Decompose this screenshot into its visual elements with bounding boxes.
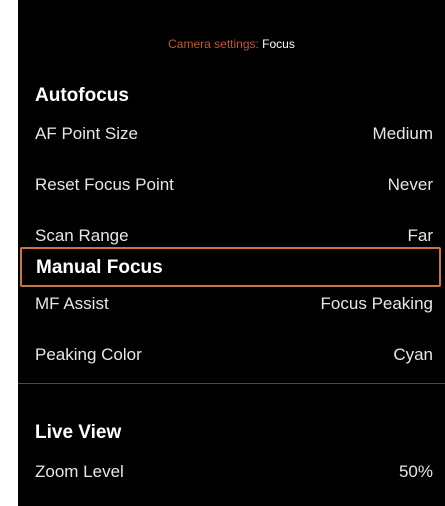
section-header-manual-focus-selected[interactable]: Manual Focus [20,247,441,287]
setting-label: MF Assist [35,294,109,313]
setting-value: Cyan [393,345,433,364]
section-title-autofocus: Autofocus [35,85,129,106]
section-title-manual-focus: Manual Focus [36,257,163,278]
setting-value: 50% [398,462,433,481]
setting-label: Peaking Color [35,345,142,364]
breadcrumb-current: Focus [262,37,295,51]
setting-value: Far [407,226,434,245]
setting-row-peaking-color[interactable]: Peaking Color Cyan [18,341,445,369]
breadcrumb: Camera settings: Focus [18,36,445,52]
setting-label: Scan Range [35,226,129,245]
breadcrumb-parent[interactable]: Camera settings: [168,37,259,51]
section-divider [18,383,445,384]
camera-settings-screen: Camera settings: Focus Autofocus AF Poin… [18,0,445,506]
setting-label: Reset Focus Point [35,175,174,194]
setting-value: Never [387,175,433,194]
setting-row-af-point-size[interactable]: AF Point Size Medium [18,120,445,148]
setting-row-zoom-level[interactable]: Zoom Level 50% [18,458,445,486]
setting-row-scan-range[interactable]: Scan Range Far [18,222,445,250]
setting-value: Medium [372,124,433,143]
setting-row-mf-assist[interactable]: MF Assist Focus Peaking [18,290,445,318]
section-title-live-view: Live View [35,422,122,443]
setting-row-reset-focus-point[interactable]: Reset Focus Point Never [18,171,445,199]
setting-value: Focus Peaking [320,294,433,313]
setting-label: Zoom Level [35,462,124,481]
setting-label: AF Point Size [35,124,138,143]
